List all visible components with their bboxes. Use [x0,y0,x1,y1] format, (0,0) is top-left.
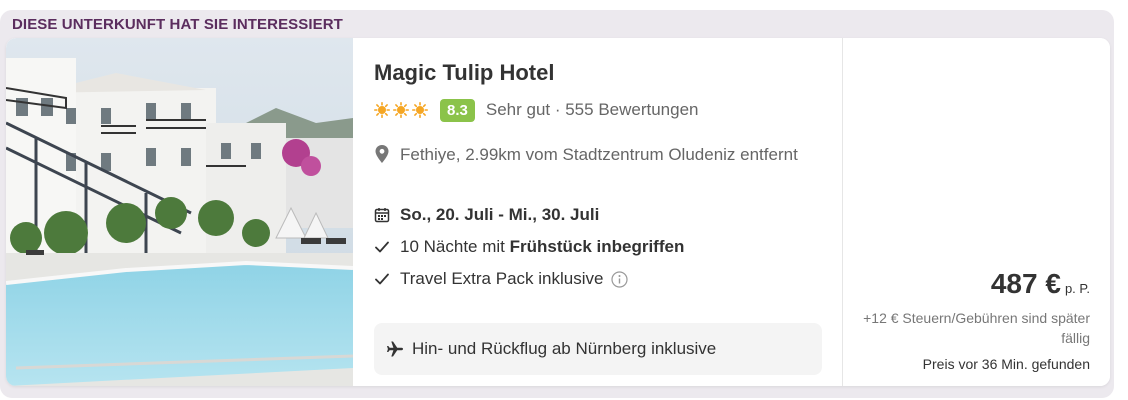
hotel-photo[interactable] [6,38,353,386]
airplane-icon [387,341,403,357]
recently-viewed-banner: DIESE UNTERKUNFT HAT SIE INTERESSIERT Ma… [0,10,1114,398]
check-icon [375,273,389,285]
extra-pack-row: Travel Extra Pack inklusive [374,269,629,289]
hotel-info: Magic Tulip Hotel 8.3 Sehr gut · 555 Bew… [374,38,834,386]
extra-pack-text: Travel Extra Pack inklusive [400,269,604,288]
info-icon[interactable] [611,270,629,288]
nights-row: 10 Nächte mit Frühstück inbegriffen [374,237,684,257]
price-amount: 487 € [990,268,1061,299]
nights-text: 10 Nächte mit Frühstück inbegriffen [400,237,685,256]
rating-row: 8.3 Sehr gut · 555 Bewertungen [374,98,699,122]
rating-summary[interactable]: Sehr gut · 555 Bewertungen [486,100,699,120]
price-found-note: Preis vor 36 Min. gefunden [922,356,1090,372]
check-icon [375,241,389,253]
hotel-card[interactable]: Magic Tulip Hotel 8.3 Sehr gut · 555 Bew… [6,38,1110,386]
hotel-name[interactable]: Magic Tulip Hotel [374,60,554,86]
flight-text: Hin- und Rückflug ab Nürnberg inklusive [412,339,717,358]
star-rating [374,102,428,118]
location-text: Fethiye, 2.99km vom Stadtzentrum Oludeni… [400,145,798,164]
sun-star-icon [412,102,428,118]
sun-star-icon [374,102,390,118]
price-unit: p. P. [1064,281,1090,296]
location-pin-icon [375,145,389,163]
travel-dates-row: So., 20. Juli - Mi., 30. Juli [374,205,599,225]
flight-info-box: Hin- und Rückflug ab Nürnberg inklusive [374,323,822,375]
location-row: Fethiye, 2.99km vom Stadtzentrum Oludeni… [374,142,804,168]
price-panel[interactable]: 487 € p. P. +12 € Steuern/Gebühren sind … [842,38,1110,386]
tax-note: +12 € Steuern/Gebühren sind später fälli… [863,310,1090,346]
price-line: 487 € p. P. [991,268,1090,300]
travel-dates: So., 20. Juli - Mi., 30. Juli [400,205,600,224]
banner-title: DIESE UNTERKUNFT HAT SIE INTERESSIERT [12,16,343,33]
calendar-icon [374,208,390,223]
sun-star-icon [393,102,409,118]
review-score-badge: 8.3 [440,98,475,122]
